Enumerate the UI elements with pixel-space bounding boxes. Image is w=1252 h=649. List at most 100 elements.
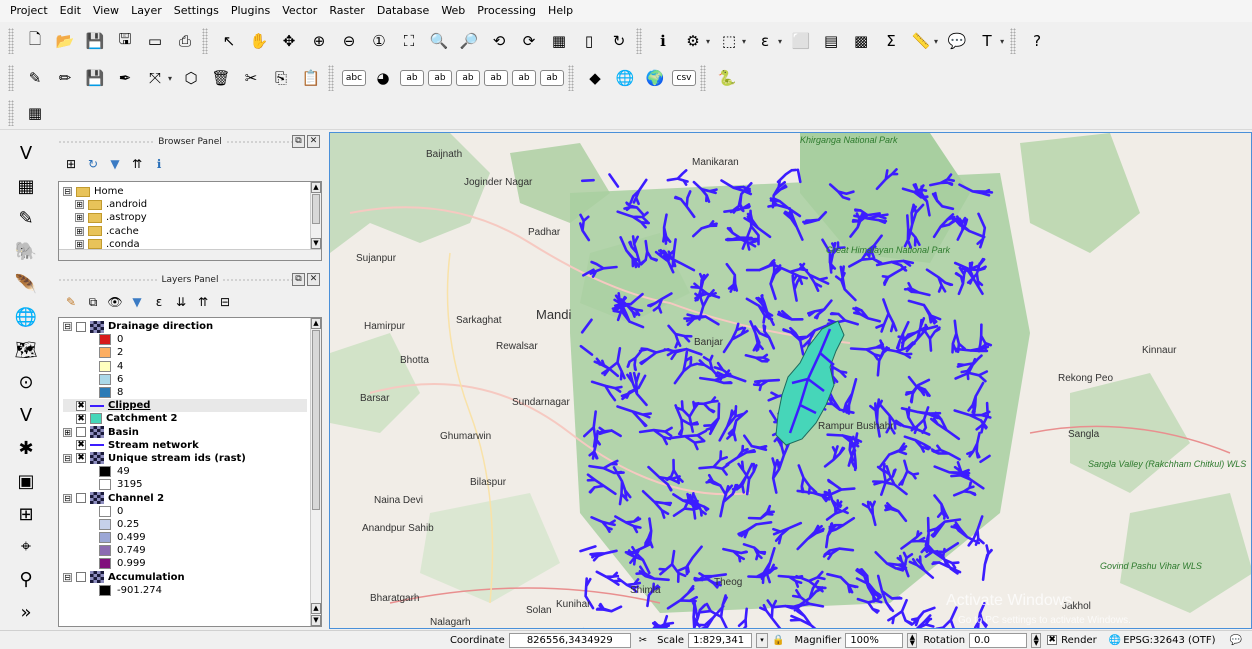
- layer-visibility-checkbox[interactable]: ✖: [76, 453, 86, 464]
- refresh-icon[interactable]: ↻: [84, 155, 102, 173]
- open-project-icon[interactable]: 📂: [52, 28, 78, 54]
- manage-visibility-icon[interactable]: 👁: [106, 293, 124, 311]
- layers-tree[interactable]: ⊟ Drainage direction 0 2 4 6 8 ✖ Clipped ✖ Catchme…: [58, 317, 322, 627]
- select-features-icon[interactable]: ⬚: [716, 28, 742, 54]
- rotation-spinner[interactable]: ▲ ▼: [1031, 632, 1042, 648]
- layer-visibility-checkbox[interactable]: [76, 493, 86, 504]
- new-project-icon[interactable]: 🗋: [22, 28, 48, 54]
- float-panel-button[interactable]: ⧉: [292, 273, 305, 286]
- delete-selected-icon[interactable]: 🗑: [208, 65, 234, 91]
- menu-plugins[interactable]: Plugins: [225, 0, 276, 22]
- layer-item[interactable]: ⊟ ✖ Unique stream ids (rast): [63, 452, 307, 465]
- add-raster-layer-icon[interactable]: ▦: [6, 170, 46, 203]
- layer-item[interactable]: ⊟ Accumulation: [63, 571, 307, 584]
- layer-visibility-checkbox[interactable]: ✖: [76, 413, 86, 424]
- add-wms-layer-icon[interactable]: 🌐: [6, 301, 46, 334]
- menu-settings[interactable]: Settings: [168, 0, 225, 22]
- layer-visibility-checkbox[interactable]: [76, 572, 86, 583]
- expand-toggle-icon[interactable]: ⊞: [75, 226, 84, 236]
- close-panel-button[interactable]: ✕: [307, 273, 320, 286]
- field-calculator-icon[interactable]: ▩: [848, 28, 874, 54]
- expand-toggle-icon[interactable]: ⊟: [63, 572, 72, 582]
- rotation-field[interactable]: 0.0: [969, 632, 1028, 648]
- help-icon[interactable]: ?: [1024, 28, 1050, 54]
- zoom-layer-icon[interactable]: 🔎: [456, 28, 482, 54]
- legend-item[interactable]: 2: [63, 346, 307, 359]
- magnifier-spinner[interactable]: ▲ ▼: [907, 632, 918, 648]
- filter-expression-icon[interactable]: ε: [150, 293, 168, 311]
- dropdown-arrow-icon[interactable]: ▾: [778, 37, 782, 46]
- browser-vertical-scrollbar[interactable]: ▲ ▼: [310, 182, 321, 249]
- pin-labels-icon[interactable]: ab: [400, 70, 425, 86]
- menu-layer[interactable]: Layer: [125, 0, 168, 22]
- save-project-icon[interactable]: 💾: [82, 28, 108, 54]
- dropdown-arrow-icon[interactable]: ▾: [742, 37, 746, 46]
- select-by-value-icon[interactable]: ε: [752, 28, 778, 54]
- legend-item[interactable]: 0.999: [63, 557, 307, 570]
- menu-processing[interactable]: Processing: [471, 0, 542, 22]
- pan-to-selection-icon[interactable]: ✥: [276, 28, 302, 54]
- cut-features-icon[interactable]: ✂: [238, 65, 264, 91]
- browser-item[interactable]: ⊞ .astropy: [63, 211, 307, 224]
- expand-toggle-icon[interactable]: ⊟: [63, 322, 72, 332]
- browser-item[interactable]: ⊞ .cache: [63, 225, 307, 238]
- add-gps-icon[interactable]: ⌖: [6, 531, 46, 564]
- style-manager-icon[interactable]: ✎: [62, 293, 80, 311]
- new-spatialite-icon[interactable]: ▣: [6, 465, 46, 498]
- add-delimited-text-icon[interactable]: ✎: [6, 203, 46, 236]
- move-feature-icon[interactable]: ⤧: [142, 65, 168, 91]
- zoom-full-icon[interactable]: ⛶: [396, 28, 422, 54]
- add-mssql-layer-icon[interactable]: V: [6, 399, 46, 432]
- new-map-view-icon[interactable]: ▦: [546, 28, 572, 54]
- menu-view[interactable]: View: [87, 0, 125, 22]
- legend-item[interactable]: 0.749: [63, 544, 307, 557]
- copy-features-icon[interactable]: ⎘: [268, 65, 294, 91]
- zoom-last-icon[interactable]: ⟲: [486, 28, 512, 54]
- zoom-out-icon[interactable]: ⊖: [336, 28, 362, 54]
- remove-layer-icon[interactable]: ⊟: [216, 293, 234, 311]
- expand-toggle-icon[interactable]: ⊞: [63, 427, 72, 437]
- layer-item[interactable]: ✖ Catchment 2: [63, 412, 307, 425]
- raster-plugin-icon[interactable]: ▦: [22, 100, 48, 126]
- layer-item[interactable]: ✖ Clipped: [63, 399, 307, 413]
- attribute-table-icon[interactable]: ▤: [818, 28, 844, 54]
- legend-item[interactable]: 4: [63, 360, 307, 373]
- browser-item[interactable]: ⊟ Home: [63, 185, 307, 198]
- expand-toggle-icon[interactable]: ⊟: [63, 493, 72, 503]
- add-vector-layer-icon[interactable]: V: [6, 137, 46, 170]
- layer-item[interactable]: ✖ Stream network: [63, 439, 307, 452]
- legend-item[interactable]: 0: [63, 505, 307, 518]
- expand-toggle-icon[interactable]: ⊞: [75, 200, 84, 210]
- map-tips-icon[interactable]: 💬: [944, 28, 970, 54]
- toolbar-grip[interactable]: [8, 99, 14, 126]
- lock-scale-icon[interactable]: 🔒: [772, 635, 784, 646]
- browser-item[interactable]: ⊞ .android: [63, 198, 307, 211]
- dropdown-arrow-icon[interactable]: ▾: [1000, 37, 1004, 46]
- legend-item[interactable]: 3195: [63, 478, 307, 491]
- toolbar-grip[interactable]: [8, 65, 14, 91]
- deselect-icon[interactable]: ⬜: [788, 28, 814, 54]
- expand-toggle-icon[interactable]: ⊞: [75, 239, 84, 249]
- coordinate-field[interactable]: 826556,3434929: [508, 632, 631, 648]
- georeference-icon[interactable]: ⚲: [6, 563, 46, 596]
- collapse-all-icon[interactable]: ⇈: [194, 293, 212, 311]
- label-props-icon[interactable]: ab: [540, 70, 565, 86]
- extents-toggle-icon[interactable]: ✂: [639, 635, 647, 646]
- zoom-selection-icon[interactable]: 🔍: [426, 28, 452, 54]
- toggle-editing-icon[interactable]: ✏: [52, 65, 78, 91]
- add-group-icon[interactable]: ⧉: [84, 293, 102, 311]
- layer-item[interactable]: ⊞ Basin: [63, 426, 307, 439]
- layer-visibility-checkbox[interactable]: [76, 321, 86, 332]
- new-temp-layer-icon[interactable]: ⊞: [6, 498, 46, 531]
- filter-legend-icon[interactable]: ▼: [128, 293, 146, 311]
- save-as-icon[interactable]: 🖫: [112, 28, 138, 54]
- legend-item[interactable]: 0.499: [63, 531, 307, 544]
- text-annotation-icon[interactable]: T: [974, 28, 1000, 54]
- statistics-icon[interactable]: Σ: [878, 28, 904, 54]
- browser-horizontal-scrollbar[interactable]: [59, 249, 321, 260]
- messages-icon[interactable]: 💬: [1230, 635, 1242, 646]
- print-composer-icon[interactable]: ▭: [142, 28, 168, 54]
- actions-icon[interactable]: ⚙: [680, 28, 706, 54]
- legend-item[interactable]: 8: [63, 386, 307, 399]
- legend-item[interactable]: 49: [63, 465, 307, 478]
